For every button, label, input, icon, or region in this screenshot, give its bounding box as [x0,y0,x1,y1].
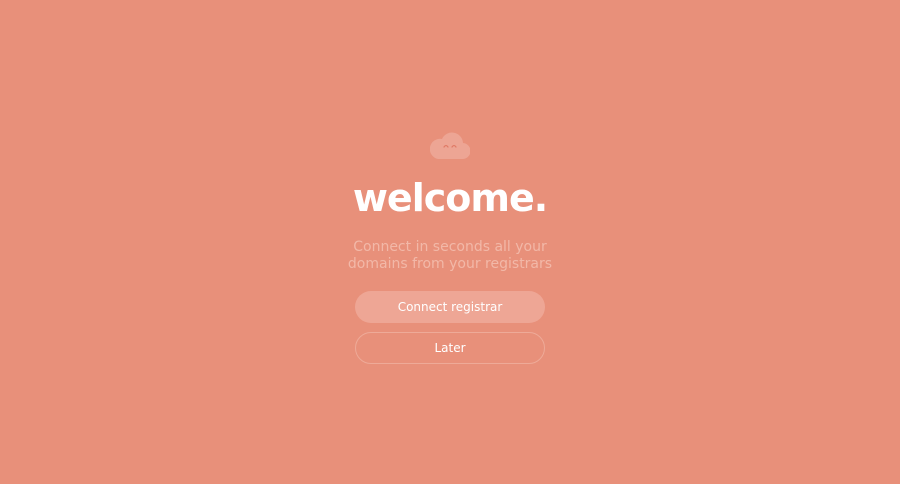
later-button[interactable]: Later [355,332,545,364]
subtitle-line-2: domains from your registrars [347,256,553,272]
connect-registrar-button[interactable]: Connect registrar [355,291,545,323]
cloud-face-icon [430,130,470,160]
welcome-title: welcome. [352,176,548,220]
welcome-subtitle: Connect in seconds all your domains from… [300,239,600,273]
welcome-screen: welcome. Connect in seconds all your dom… [0,0,900,484]
subtitle-line-1: Connect in seconds all your [353,239,547,255]
